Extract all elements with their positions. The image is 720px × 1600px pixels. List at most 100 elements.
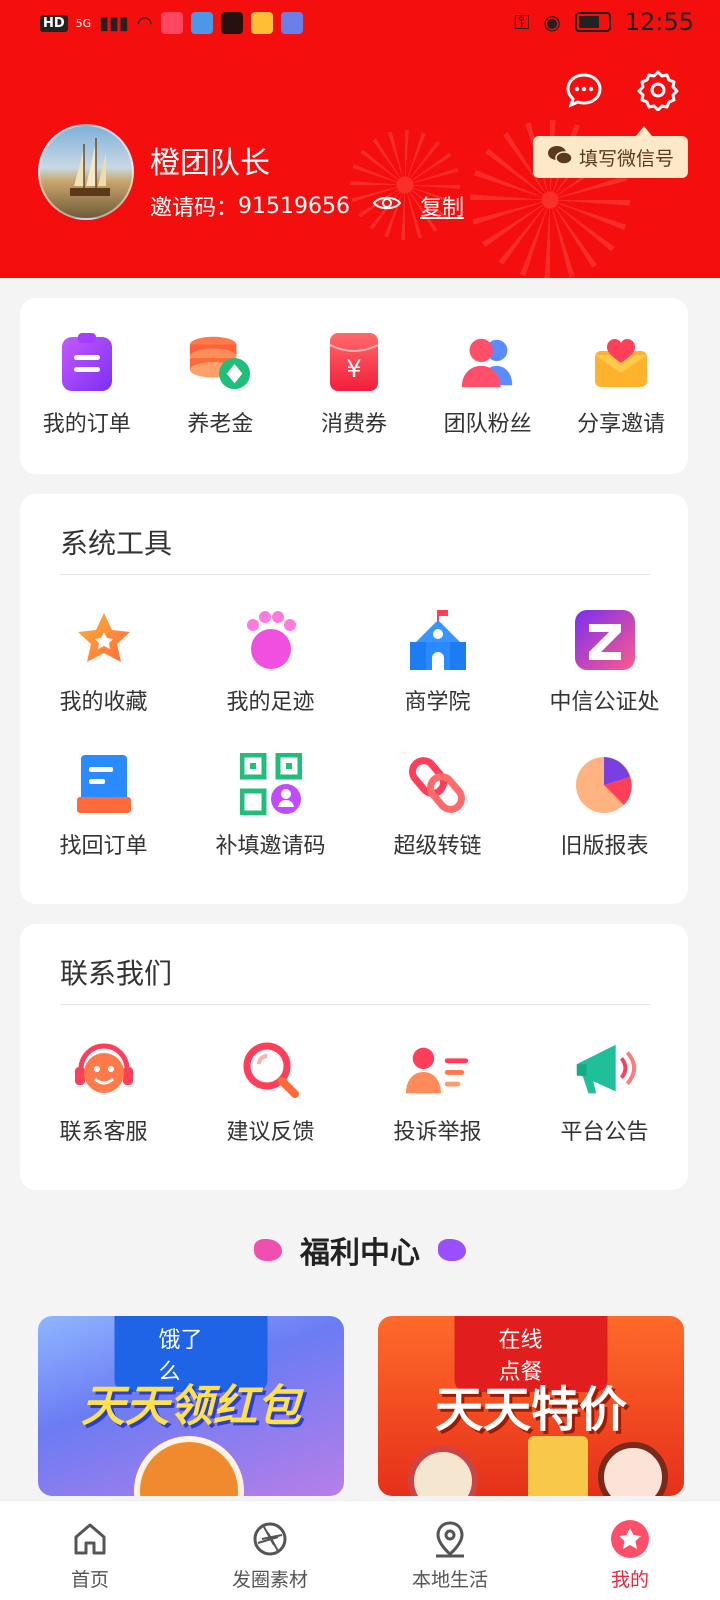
contact-label: 建议反馈 [226, 1120, 315, 1145]
invite-label: 邀请码： [150, 196, 239, 221]
tool-label: 中信公证处 [549, 690, 660, 715]
tool-label: 商学院 [404, 690, 471, 715]
status-left: HD 5G ▮▮▮ ◠ [40, 12, 303, 34]
tools-grid: 我的收藏 我的足迹 商学院 中信公证处 找回订单 补填邀请码 超级转链 旧版报表 [20, 606, 688, 894]
hd-badge: HD [40, 14, 68, 32]
promo-headline: 天天特价 [434, 1382, 627, 1438]
tool-label: 我的足迹 [226, 690, 315, 715]
divider [60, 1004, 650, 1005]
quick-action-label: 团队粉丝 [443, 412, 532, 437]
complaint-button[interactable]: 投诉举报 [354, 1036, 521, 1180]
fill-invite-code-button[interactable]: 补填邀请码 [187, 750, 354, 894]
feedback-button[interactable]: 建议反馈 [187, 1036, 354, 1180]
header-actions [562, 68, 680, 112]
section-title: 系统工具 [60, 527, 173, 560]
toggle-visibility-icon[interactable] [372, 193, 402, 219]
coin-stack-icon [188, 330, 252, 394]
copy-invite-code-link[interactable]: 复制 [420, 190, 464, 222]
z-logo-icon [571, 606, 639, 674]
nav-label: 发圈素材 [231, 1569, 308, 1591]
profile-header: HD 5G ▮▮▮ ◠ ⚿ ◉ 12:55 橙团队长 邀请码： 91519656… [0, 0, 720, 278]
aperture-icon [250, 1519, 290, 1559]
gear-icon [637, 70, 679, 111]
avatar[interactable] [38, 124, 134, 220]
star-icon [70, 606, 138, 674]
super-link-button[interactable]: 超级转链 [354, 750, 521, 894]
document-tray-icon [70, 750, 138, 818]
contact-label: 联系客服 [59, 1120, 148, 1145]
online-ordering-promo-banner[interactable]: 在线点餐 天天特价 [378, 1316, 684, 1496]
announcement-button[interactable]: 平台公告 [521, 1036, 688, 1180]
welfare-center-heading: 福利中心 [0, 1228, 720, 1272]
svg-text:¥: ¥ [346, 355, 361, 383]
eye-icon: ◉ [543, 10, 561, 34]
pension-button[interactable]: 养老金 [160, 330, 280, 438]
nav-label: 本地生活 [411, 1569, 488, 1591]
clipboard-icon [55, 330, 119, 394]
quick-action-label: 消费券 [320, 412, 387, 437]
recover-order-button[interactable]: 找回订单 [20, 750, 187, 894]
nav-home[interactable]: 首页 [0, 1501, 180, 1600]
invite-code: 91519656 [238, 193, 350, 219]
nav-materials[interactable]: 发圈素材 [180, 1501, 360, 1600]
contact-label: 投诉举报 [393, 1120, 482, 1145]
network-badge: 5G [75, 16, 92, 30]
eleme-promo-banner[interactable]: 饿了么 天天领红包 [38, 1316, 344, 1496]
school-icon [404, 606, 472, 674]
wifi-icon: ◠ [136, 12, 153, 34]
profile-star-icon [610, 1519, 650, 1559]
home-icon [70, 1519, 110, 1559]
bottom-navigation: 首页 发圈素材 本地生活 我的 [0, 1500, 720, 1600]
firework-decoration [350, 130, 460, 240]
nav-local-life[interactable]: 本地生活 [360, 1501, 540, 1600]
user-list-icon [404, 1036, 472, 1104]
nav-label: 我的 [610, 1569, 649, 1591]
shiba-mascot-image [134, 1436, 244, 1496]
team-fans-button[interactable]: 团队粉丝 [428, 330, 548, 438]
coupons-button[interactable]: ¥ 消费券 [294, 330, 414, 438]
tool-label: 我的收藏 [59, 690, 148, 715]
contact-grid: 联系客服 建议反馈 投诉举报 平台公告 [20, 1036, 688, 1180]
search-feedback-icon [237, 1036, 305, 1104]
message-button[interactable] [562, 68, 606, 112]
red-packet-icon: ¥ [322, 330, 386, 394]
coffee-image [408, 1446, 478, 1496]
status-right: ⚿ ◉ 12:55 [514, 8, 694, 36]
legacy-report-button[interactable]: 旧版报表 [521, 750, 688, 894]
quick-actions-card: 我的订单 养老金 ¥ 消费券 团队粉丝 分享邀请 [20, 298, 688, 474]
my-orders-button[interactable]: 我的订单 [27, 330, 147, 438]
footprints-button[interactable]: 我的足迹 [187, 606, 354, 750]
wechat-id-button[interactable]: 填写微信号 [532, 126, 688, 178]
business-school-button[interactable]: 商学院 [354, 606, 521, 750]
heart-envelope-icon [589, 330, 653, 394]
section-title: 联系我们 [60, 957, 173, 990]
pie-chart-icon [571, 750, 639, 818]
megaphone-icon [571, 1036, 639, 1104]
quick-action-label: 我的订单 [42, 412, 131, 437]
sailing-ship-image [70, 138, 110, 196]
team-icon [456, 330, 520, 394]
decoration-icon [254, 1239, 282, 1261]
key-icon: ⚿ [514, 10, 530, 34]
link-icon [404, 750, 472, 818]
share-invite-button[interactable]: 分享邀请 [561, 330, 681, 438]
app-notification-icon [250, 12, 273, 34]
nav-label: 首页 [70, 1569, 109, 1591]
tiktok-icon [220, 12, 243, 34]
nav-mine[interactable]: 我的 [540, 1501, 720, 1600]
wechat-tip-label: 填写微信号 [578, 147, 674, 170]
favorites-button[interactable]: 我的收藏 [20, 606, 187, 750]
username: 橙团队长 [150, 146, 270, 181]
app-notification-icon [190, 12, 213, 34]
settings-button[interactable] [636, 68, 680, 112]
customer-service-icon [70, 1036, 138, 1104]
qr-code-icon [237, 750, 305, 818]
notary-office-button[interactable]: 中信公证处 [521, 606, 688, 750]
contact-us-card: 联系我们 联系客服 建议反馈 投诉举报 平台公告 [20, 924, 688, 1190]
welfare-title: 福利中心 [300, 1236, 420, 1271]
promo-headline: 天天领红包 [81, 1381, 301, 1432]
decoration-icon [438, 1239, 466, 1261]
quick-action-label: 分享邀请 [577, 412, 666, 437]
customer-service-button[interactable]: 联系客服 [20, 1036, 187, 1180]
location-pin-icon [430, 1519, 470, 1559]
